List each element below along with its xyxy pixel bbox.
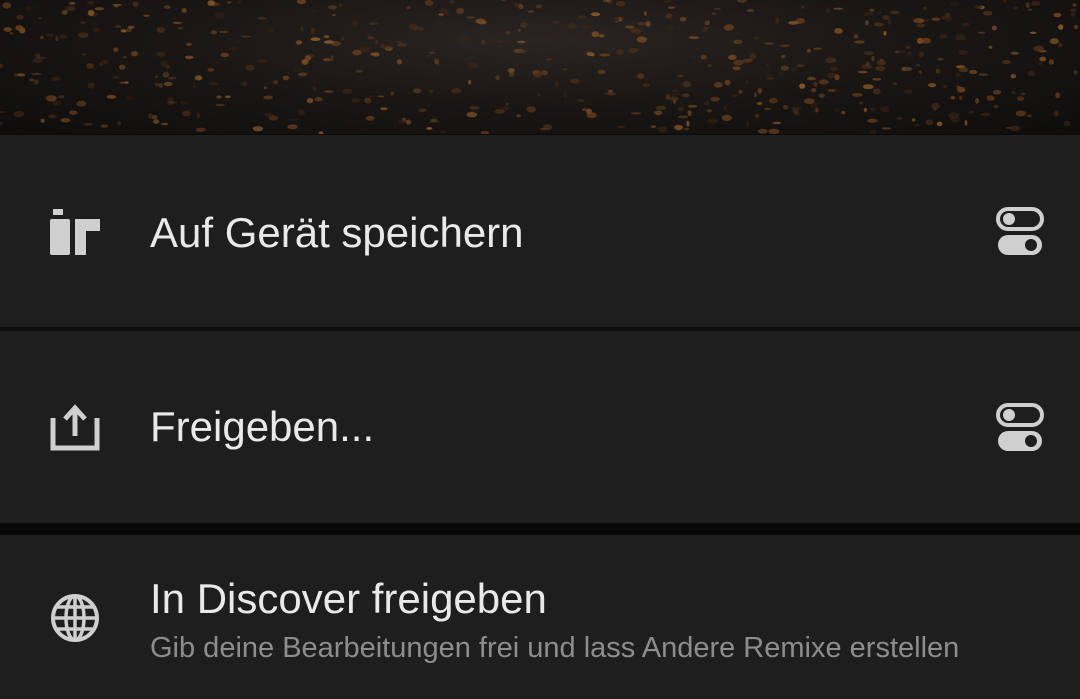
save-to-device-label: Auf Gerät speichern: [150, 209, 524, 256]
save-to-device-row[interactable]: Auf Gerät speichern: [0, 135, 1080, 327]
share-in-discover-label: In Discover freigeben: [150, 575, 547, 622]
share-in-discover-row[interactable]: In Discover freigeben Gib deine Bearbeit…: [0, 535, 1080, 699]
share-label: Freigeben...: [150, 403, 375, 450]
photo-preview: [0, 0, 1080, 134]
share-icon: [48, 401, 102, 455]
save-to-device-icon: [48, 205, 102, 259]
globe-icon: [48, 591, 102, 645]
share-row[interactable]: Freigeben...: [0, 331, 1080, 523]
export-share-screen: Auf Gerät speichern Freigeben... In Disc…: [0, 0, 1080, 699]
settings-toggle-icon[interactable]: [994, 401, 1046, 455]
settings-toggle-icon[interactable]: [994, 205, 1046, 259]
share-in-discover-description: Gib deine Bearbeitungen frei und lass An…: [150, 632, 960, 664]
section-divider: [0, 523, 1080, 535]
